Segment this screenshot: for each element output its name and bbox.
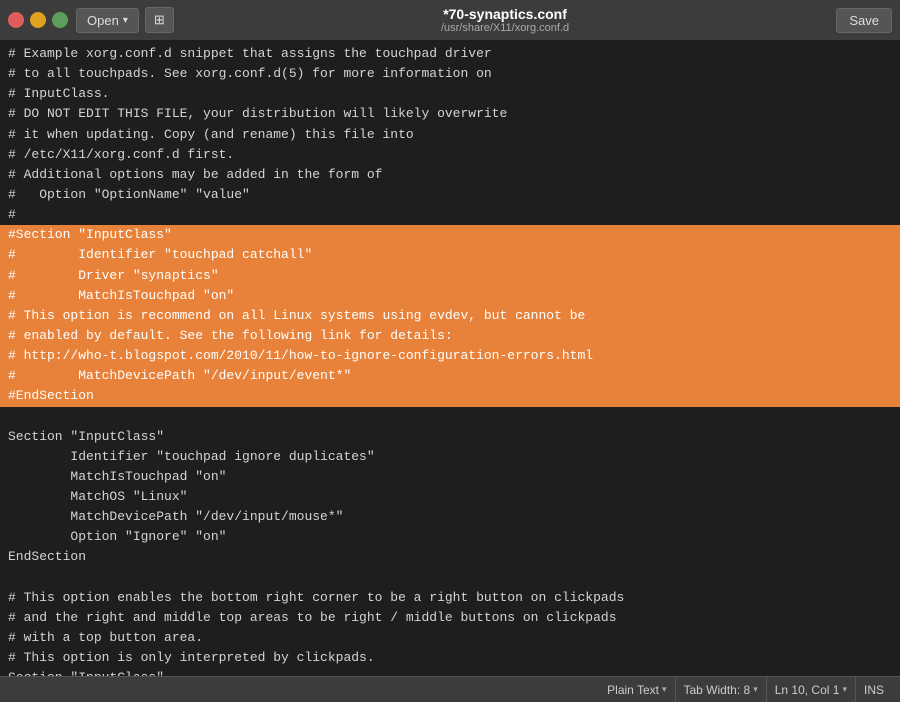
editor-line: # Additional options may be added in the… [0, 165, 900, 185]
minimize-button[interactable] [30, 12, 46, 28]
ln-col-chevron-icon: ▾ [842, 684, 847, 695]
ln-col-indicator[interactable]: Ln 10, Col 1 ▾ [767, 677, 856, 702]
editor-line: # and the right and middle top areas to … [0, 608, 900, 628]
editor-line: # MatchDevicePath "/dev/input/event*" [0, 366, 900, 386]
chevron-down-icon: ▾ [123, 15, 128, 26]
editor-line: Section "InputClass" [0, 427, 900, 447]
file-title: *70-synaptics.conf [174, 6, 837, 22]
pin-icon: ⊞ [154, 12, 165, 27]
statusbar: Plain Text ▾ Tab Width: 8 ▾ Ln 10, Col 1… [0, 676, 900, 702]
maximize-button[interactable] [52, 12, 68, 28]
plain-text-label: Plain Text [607, 683, 659, 697]
editor-line: # DO NOT EDIT THIS FILE, your distributi… [0, 104, 900, 124]
ln-col-label: Ln 10, Col 1 [775, 683, 840, 697]
editor-line: Option "Ignore" "on" [0, 527, 900, 547]
editor-line: EndSection [0, 547, 900, 567]
editor-line: # Driver "synaptics" [0, 266, 900, 286]
tab-width-chevron-icon: ▾ [753, 684, 758, 695]
tab-width-label: Tab Width: 8 [684, 683, 751, 697]
file-path: /usr/share/X11/xorg.conf.d [174, 22, 837, 34]
editor-line: # This option is recommend on all Linux … [0, 306, 900, 326]
title-center: *70-synaptics.conf /usr/share/X11/xorg.c… [174, 6, 837, 34]
editor-line [0, 568, 900, 588]
titlebar: Open ▾ ⊞ *70-synaptics.conf /usr/share/X… [0, 0, 900, 40]
open-label: Open [87, 13, 119, 28]
editor-line: # it when updating. Copy (and rename) th… [0, 125, 900, 145]
editor-line: Section "InputClass" [0, 668, 900, 676]
editor-line: MatchIsTouchpad "on" [0, 467, 900, 487]
open-button[interactable]: Open ▾ [76, 8, 139, 33]
plain-text-chevron-icon: ▾ [662, 684, 667, 695]
editor-line: # Example xorg.conf.d snippet that assig… [0, 44, 900, 64]
editor-line: #EndSection [0, 386, 900, 406]
editor-line: # This option enables the bottom right c… [0, 588, 900, 608]
editor-line: # Option "OptionName" "value" [0, 185, 900, 205]
editor-line: # Identifier "touchpad catchall" [0, 245, 900, 265]
window-controls [8, 12, 68, 28]
editor[interactable]: # Example xorg.conf.d snippet that assig… [0, 40, 900, 676]
ins-indicator: INS [856, 683, 892, 697]
editor-line: Identifier "touchpad ignore duplicates" [0, 447, 900, 467]
editor-line: # MatchIsTouchpad "on" [0, 286, 900, 306]
editor-line: # enabled by default. See the following … [0, 326, 900, 346]
plain-text-selector[interactable]: Plain Text ▾ [599, 677, 675, 702]
editor-line [0, 407, 900, 427]
save-button[interactable]: Save [836, 8, 892, 33]
tab-width-selector[interactable]: Tab Width: 8 ▾ [676, 677, 767, 702]
editor-line: # This option is only interpreted by cli… [0, 648, 900, 668]
editor-line: # [0, 205, 900, 225]
editor-line: # to all touchpads. See xorg.conf.d(5) f… [0, 64, 900, 84]
editor-line: MatchOS "Linux" [0, 487, 900, 507]
editor-line: # /etc/X11/xorg.conf.d first. [0, 145, 900, 165]
editor-line: # InputClass. [0, 84, 900, 104]
editor-line: # http://who-t.blogspot.com/2010/11/how-… [0, 346, 900, 366]
editor-line: MatchDevicePath "/dev/input/mouse*" [0, 507, 900, 527]
editor-line: # with a top button area. [0, 628, 900, 648]
close-button[interactable] [8, 12, 24, 28]
editor-line: #Section "InputClass" [0, 225, 900, 245]
pin-button[interactable]: ⊞ [145, 7, 174, 33]
